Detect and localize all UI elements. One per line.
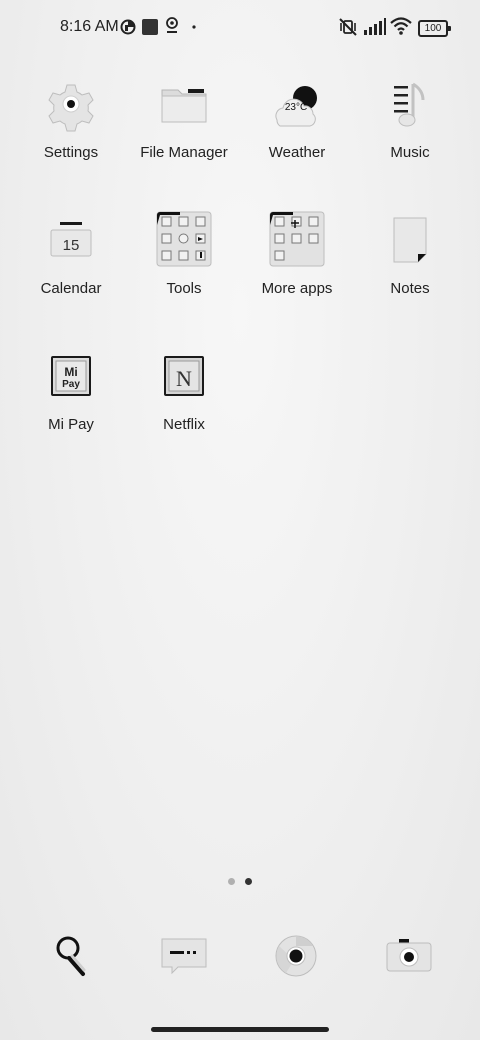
location-pin-icon (166, 17, 178, 33)
square-notification-icon (142, 19, 158, 35)
search-icon (56, 936, 86, 976)
signal-icon (364, 18, 386, 35)
app-label: Music (390, 144, 430, 161)
gear-icon (48, 84, 94, 132)
chrome-browser-icon (275, 935, 317, 977)
app-settings[interactable]: Settings (15, 80, 127, 200)
weather-temp: 23°C (285, 102, 307, 113)
weather-icon: 23°C (275, 86, 317, 127)
folder-tools[interactable]: Tools (128, 211, 240, 331)
mute-vibrate-icon (339, 18, 357, 36)
status-bar: 8:16 AM 100 (0, 0, 480, 56)
svg-text:Pay: Pay (62, 379, 80, 390)
app-calendar[interactable]: 15 Calendar (15, 216, 127, 336)
dock-search[interactable] (42, 930, 98, 986)
notes-icon (393, 217, 427, 263)
app-notes[interactable]: Notes (354, 216, 466, 336)
mi-pay-icon: Mi Pay (51, 356, 91, 396)
dock-camera[interactable] (381, 930, 437, 986)
more-apps-folder-icon (269, 211, 325, 267)
messages-icon (161, 938, 207, 975)
app-file-manager[interactable]: File Manager (128, 80, 240, 200)
netflix-icon: N (164, 356, 204, 396)
app-weather[interactable]: 23°C Weather (241, 80, 353, 200)
svg-text:Mi: Mi (64, 365, 77, 379)
calendar-icon: 15 (50, 222, 92, 257)
dock-chrome[interactable] (268, 930, 324, 986)
app-netflix[interactable]: N Netflix (128, 352, 240, 472)
app-music[interactable]: Music (354, 80, 466, 200)
calendar-day: 15 (63, 237, 80, 254)
dock-messages[interactable] (156, 930, 212, 986)
folder-more-apps[interactable]: More apps (241, 211, 353, 331)
page-dot-2-active[interactable] (245, 878, 252, 885)
app-mi-pay[interactable]: Mi Pay Mi Pay (15, 352, 127, 472)
app-label: Netflix (163, 416, 205, 433)
tools-folder-icon (156, 211, 212, 267)
music-note-icon (394, 82, 425, 127)
app-label: Notes (390, 280, 430, 297)
data-saver-icon (120, 19, 136, 35)
svg-text:N: N (176, 366, 192, 391)
camera-icon (386, 939, 432, 972)
status-time: 8:16 AM (60, 18, 119, 35)
gesture-nav-bar[interactable] (151, 1027, 329, 1032)
page-dot-1[interactable] (228, 878, 235, 885)
wifi-icon (390, 17, 412, 35)
folder-icon (161, 89, 207, 123)
dot-icon (192, 25, 196, 29)
battery-icon: 100 (418, 20, 451, 37)
